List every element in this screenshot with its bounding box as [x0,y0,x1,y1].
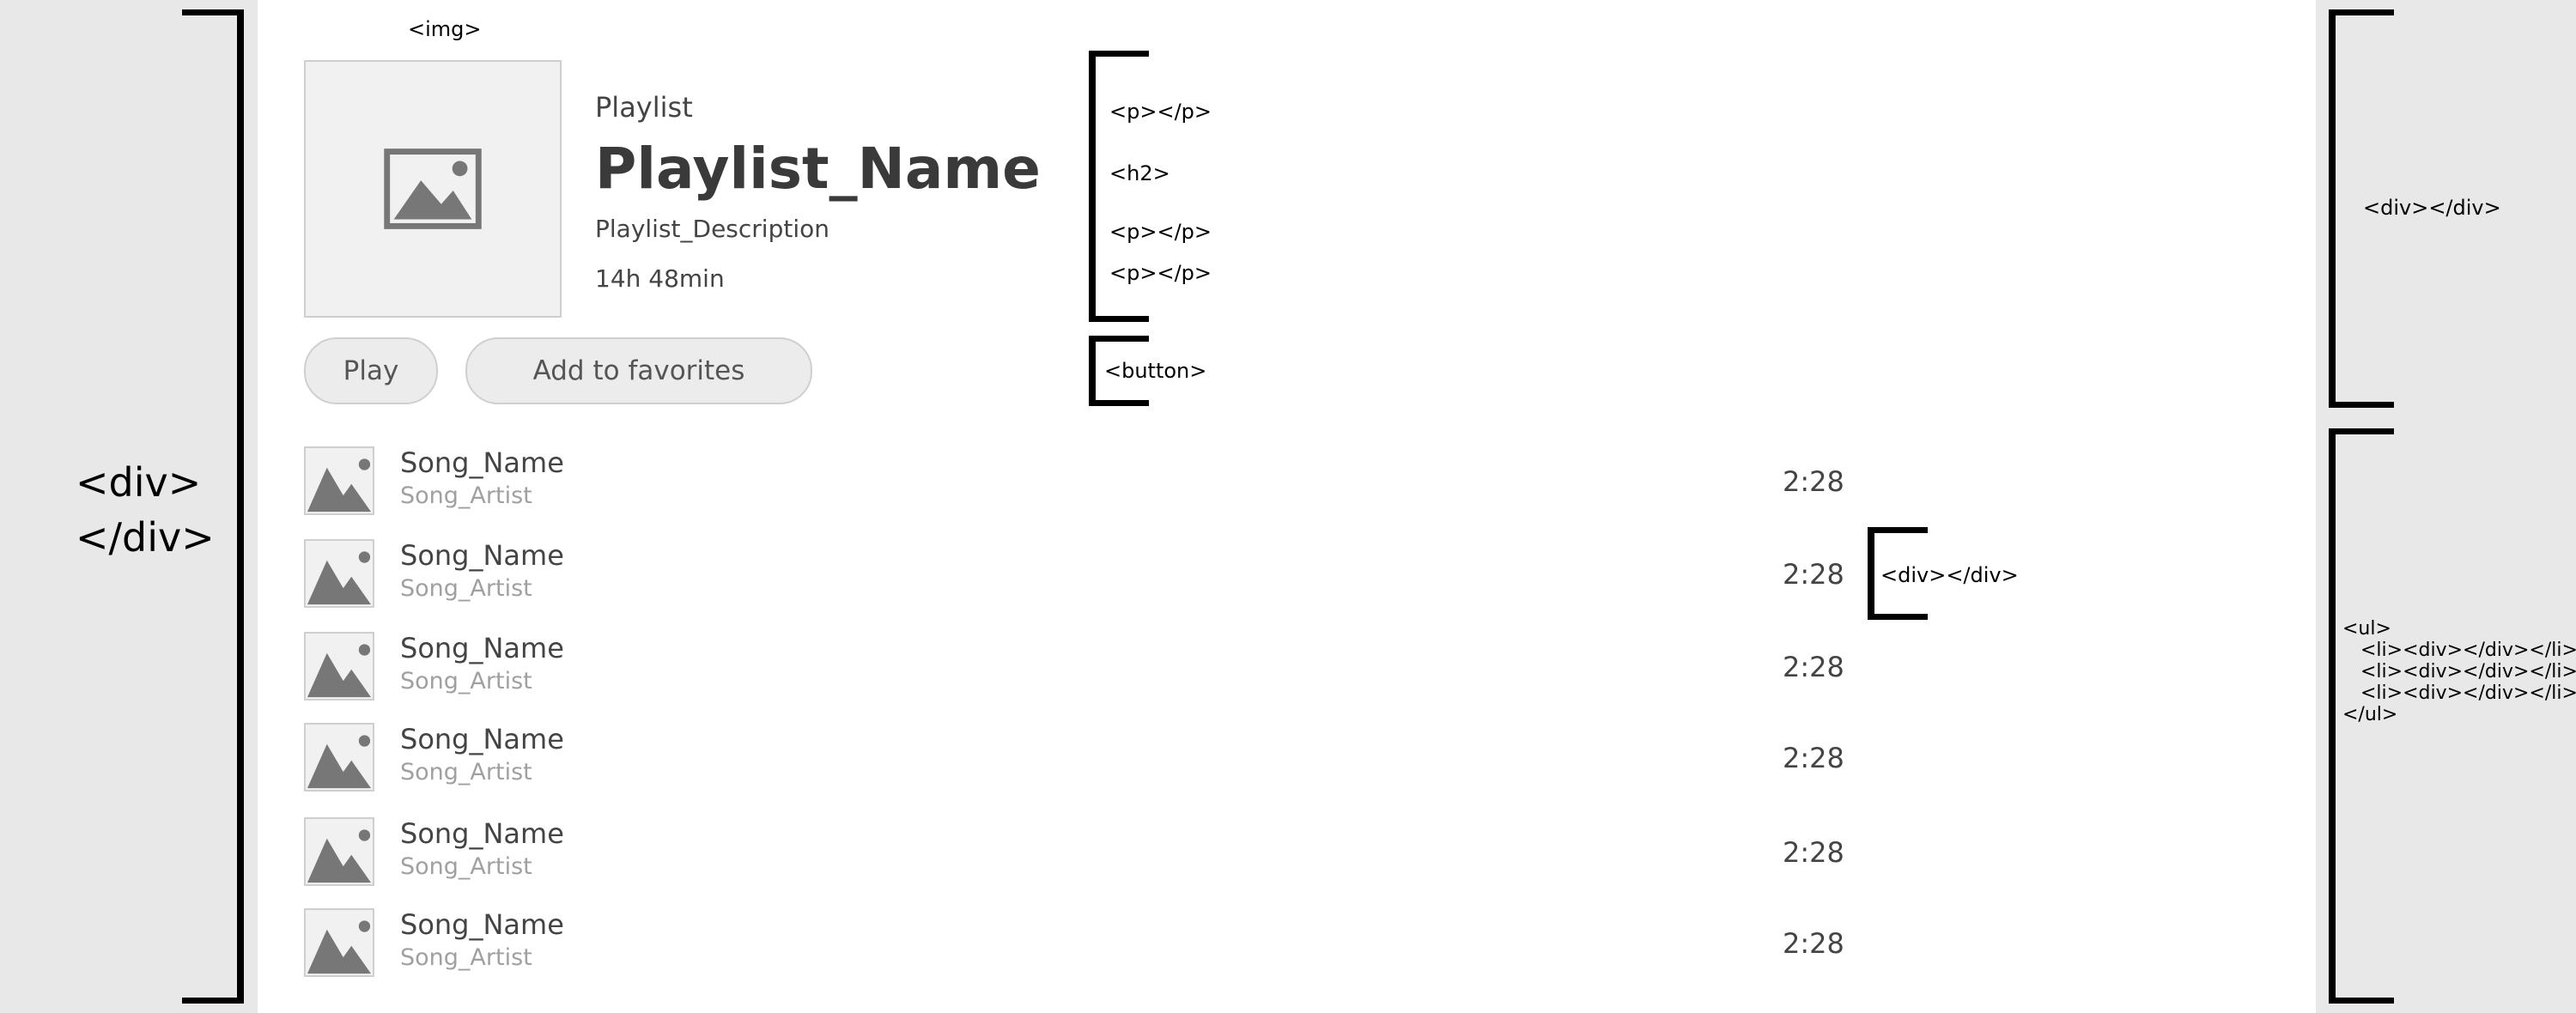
playlist-duration: 14h 48min [595,264,725,293]
header-div-label: <div></div> [2363,196,2501,220]
p-label-2: <p></p> [1109,220,1212,244]
ul-label: <ul> <li><div></div></li> <li><div></div… [2342,618,2576,725]
song-artist: Song_Artist [400,853,532,880]
playlist-label: Playlist [595,91,693,124]
p-label-3: <p></p> [1109,261,1212,285]
p-label-1: <p></p> [1109,100,1212,124]
song-artist: Song_Artist [400,575,532,602]
image-placeholder-icon [307,551,372,605]
img-label: <img> [408,17,482,41]
image-placeholder-icon [307,458,372,513]
playlist-cover [304,60,562,318]
playlist-panel: <img> Playlist Playlist_Name Playlist_De… [258,0,2316,1013]
song-name: Song_Name [400,446,564,479]
song-duration: 2:28 [1783,927,1844,960]
song-artist: Song_Artist [400,944,532,971]
playlist-description: Playlist_Description [595,215,829,243]
song-thumbnail [304,817,374,886]
image-placeholder-icon [307,735,372,789]
playlist-title: Playlist_Name [595,136,1041,202]
song-thumbnail [304,446,374,515]
image-placeholder-icon [307,829,372,883]
song-duration: 2:28 [1783,836,1844,869]
song-artist: Song_Artist [400,482,532,509]
play-button[interactable]: Play [304,337,438,404]
song-thumbnail [304,908,374,977]
song-thumbnail [304,632,374,701]
song-duration: 2:28 [1783,651,1844,683]
song-thumbnail [304,723,374,792]
song-duration: 2:28 [1783,465,1844,498]
song-artist: Song_Artist [400,668,532,695]
song-duration: 2:28 [1783,558,1844,591]
h2-label: <h2> [1109,161,1170,185]
image-placeholder-icon [307,644,372,698]
song-name: Song_Name [400,632,564,664]
song-name: Song_Name [400,817,564,850]
song-name: Song_Name [400,908,564,941]
song-duration: 2:28 [1783,742,1844,774]
song-name: Song_Name [400,723,564,755]
outer-div-label: <div> </div> [76,459,215,561]
image-placeholder-icon [307,920,372,974]
button-label: <button> [1104,359,1207,383]
song-thumbnail [304,539,374,608]
song-div-label: <div></div> [1880,563,2019,587]
add-to-favorites-button[interactable]: Add to favorites [465,337,812,404]
image-placeholder-icon [384,149,482,229]
song-artist: Song_Artist [400,759,532,786]
song-name: Song_Name [400,539,564,572]
